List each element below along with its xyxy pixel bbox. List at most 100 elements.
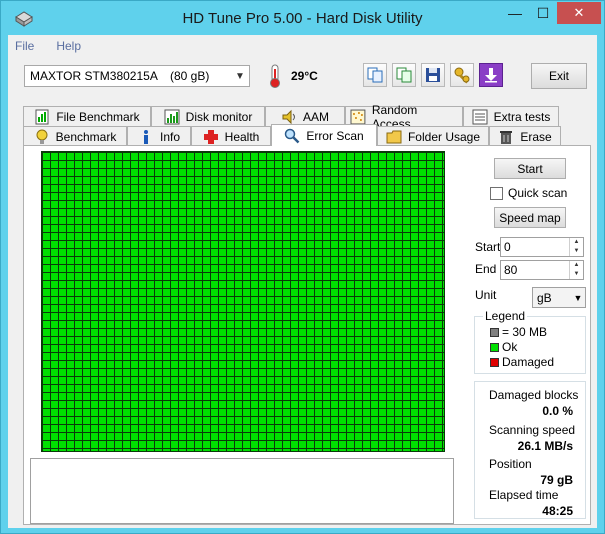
- title-bar[interactable]: HD Tune Pro 5.00 - Hard Disk Utility — ☐…: [1, 1, 604, 35]
- extra-tests-icon: [472, 109, 488, 124]
- tab-label: File Benchmark: [56, 109, 140, 124]
- quick-scan-label: Quick scan: [508, 186, 568, 200]
- legend-block-size: = 30 MB: [490, 325, 547, 339]
- tab-folder-usage[interactable]: Folder Usage: [377, 126, 489, 146]
- speed-map-button[interactable]: Speed map: [494, 207, 566, 228]
- lightbulb-icon: [36, 129, 48, 144]
- start-value: 0: [504, 240, 511, 254]
- random-access-icon: [350, 109, 366, 124]
- damaged-blocks-value: 0.0 %: [542, 404, 573, 418]
- scan-block-grid: [41, 151, 445, 452]
- scanning-speed-value: 26.1 MB/s: [517, 439, 573, 453]
- tab-info[interactable]: Info: [127, 126, 191, 146]
- position-label: Position: [489, 457, 532, 471]
- end-value: 80: [504, 263, 518, 277]
- legend-damaged-label: Damaged: [502, 355, 555, 369]
- tab-row-2: Benchmark Info Health Error Scan Folder …: [23, 124, 561, 146]
- legend-ok: Ok: [490, 340, 517, 354]
- download-button[interactable]: [479, 63, 503, 87]
- start-scan-button[interactable]: Start: [494, 158, 566, 179]
- copy-all-button[interactable]: [392, 63, 416, 87]
- speaker-icon: [282, 109, 295, 124]
- red-swatch: [490, 357, 499, 367]
- tabs-panel: File Benchmark Disk monitor AAM Random A…: [8, 95, 597, 528]
- start-field-label: Start: [475, 240, 501, 254]
- end-input[interactable]: 80 ▲ ▼: [500, 260, 584, 280]
- tab-label: Benchmark: [55, 129, 117, 144]
- copy-info-button[interactable]: [363, 63, 387, 87]
- tab-label: AAM: [302, 109, 329, 124]
- tab-file-benchmark[interactable]: File Benchmark: [23, 106, 151, 126]
- legend-ok-label: Ok: [502, 340, 518, 354]
- legend-block-size-label: = 30 MB: [502, 325, 548, 339]
- legend-damaged: Damaged: [490, 355, 554, 369]
- scan-log-box: [30, 458, 454, 524]
- tab-error-scan[interactable]: Error Scan: [271, 124, 377, 146]
- tab-label: Folder Usage: [407, 129, 481, 144]
- disk-monitor-icon: [164, 109, 180, 124]
- options-button[interactable]: [450, 63, 474, 87]
- tab-row-1: File Benchmark Disk monitor AAM Random A…: [23, 103, 559, 131]
- client-area: File Help MAXTOR STM380215A (80 gB) ▼ 29…: [8, 35, 597, 528]
- exit-button[interactable]: Exit: [531, 63, 587, 89]
- drive-select[interactable]: MAXTOR STM380215A (80 gB) ▼: [24, 65, 250, 87]
- app-window: HD Tune Pro 5.00 - Hard Disk Utility — ☐…: [0, 0, 605, 534]
- info-icon: [143, 129, 148, 144]
- tab-disk-monitor[interactable]: Disk monitor: [151, 106, 265, 126]
- tab-label: Error Scan: [306, 128, 364, 143]
- tab-random-access[interactable]: Random Access: [345, 103, 463, 131]
- tab-label: Info: [159, 129, 180, 144]
- close-button[interactable]: ✕: [557, 2, 601, 24]
- drive-capacity: (80 gB): [170, 69, 210, 83]
- save-button[interactable]: [421, 63, 445, 87]
- maximize-button[interactable]: ☐: [529, 2, 557, 24]
- quick-scan-checkbox[interactable]: Quick scan: [490, 186, 567, 200]
- tab-benchmark[interactable]: Benchmark: [23, 126, 127, 146]
- tab-aam[interactable]: AAM: [265, 106, 345, 126]
- trash-icon: [500, 130, 513, 144]
- menu-bar: File Help: [8, 35, 597, 57]
- wrench-icon: [454, 67, 470, 84]
- gray-swatch: [490, 327, 499, 337]
- download-arrow-icon: [485, 68, 497, 83]
- tab-label: Erase: [520, 129, 552, 144]
- scanning-speed-label: Scanning speed: [489, 423, 576, 437]
- copy-green-icon: [396, 67, 412, 83]
- toolbar: MAXTOR STM380215A (80 gB) ▼ 29°C Exit: [8, 57, 597, 95]
- chevron-down-icon: ▼: [235, 70, 245, 82]
- menu-help[interactable]: Help: [56, 39, 81, 53]
- end-field-label: End: [475, 262, 497, 276]
- thermometer-icon: [270, 64, 280, 88]
- chevron-down-icon: ▼: [573, 292, 583, 303]
- red-cross-icon: [203, 129, 218, 144]
- legend-group: Legend = 30 MB Ok Damaged: [474, 309, 586, 374]
- spinner-arrows-icon[interactable]: ▲ ▼: [569, 238, 583, 256]
- legend-title: Legend: [483, 309, 528, 323]
- scan-stats-panel: Damaged blocks 0.0 % Scanning speed 26.1…: [474, 381, 586, 519]
- elapsed-time-label: Elapsed time: [489, 488, 559, 502]
- spinner-arrows-icon[interactable]: ▲ ▼: [569, 261, 583, 279]
- unit-value: gB: [537, 290, 552, 305]
- checkbox-box[interactable]: [490, 186, 503, 200]
- damaged-blocks-label: Damaged blocks: [489, 388, 579, 402]
- unit-label: Unit: [475, 288, 497, 302]
- tab-label: Health: [224, 129, 260, 144]
- folder-icon: [386, 130, 402, 143]
- tab-erase[interactable]: Erase: [489, 126, 561, 146]
- minimize-button[interactable]: —: [501, 2, 529, 24]
- unit-select[interactable]: gB ▼: [532, 287, 586, 308]
- copy-icon: [367, 67, 383, 83]
- drive-name: MAXTOR STM380215A: [30, 69, 158, 83]
- tab-label: Disk monitor: [185, 109, 253, 124]
- start-input[interactable]: 0 ▲ ▼: [500, 237, 584, 257]
- error-scan-content: Start Quick scan Speed map Start 0 ▲ ▼ En…: [23, 145, 591, 525]
- file-benchmark-icon: [35, 109, 49, 124]
- tab-health[interactable]: Health: [191, 126, 271, 146]
- floppy-disk-icon: [426, 68, 440, 82]
- temperature-readout: 29°C: [291, 69, 318, 83]
- tab-extra-tests[interactable]: Extra tests: [463, 106, 559, 126]
- menu-file[interactable]: File: [15, 39, 34, 53]
- green-swatch: [490, 342, 499, 352]
- elapsed-time-value: 48:25: [542, 504, 573, 518]
- tab-label: Extra tests: [493, 109, 551, 124]
